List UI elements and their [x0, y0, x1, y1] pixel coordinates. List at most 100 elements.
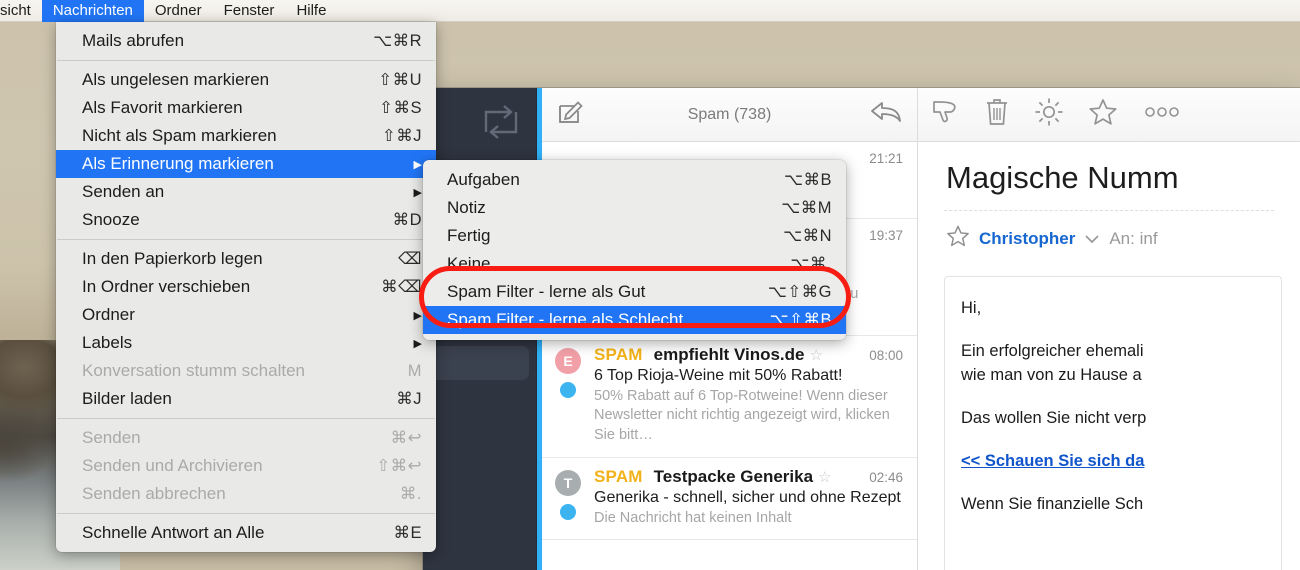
menu-item-label: Als ungelesen markieren — [82, 70, 270, 89]
message-row-header: SPAM Testpacke Generika ☆ 02:46 — [594, 467, 903, 487]
submenu-arrow-icon: ▶ — [413, 186, 422, 199]
main-menu-item-6[interactable]: Snooze ⌘D — [56, 206, 436, 234]
menu-bar[interactable]: sicht Nachrichten Ordner Fenster Hilfe — [0, 0, 1300, 22]
avatar: E — [555, 347, 581, 374]
menu-item-shortcut: ⌘⌫ — [381, 278, 422, 296]
menu-item-label: Mails abrufen — [82, 31, 185, 50]
submenu-arrow-icon: ▶ — [413, 309, 422, 322]
main-menu-item-11: Konversation stumm schalten M — [56, 357, 436, 385]
submenu-item-5[interactable]: Spam Filter - lerne als Schlecht ⌥⇧⌘B — [423, 306, 846, 334]
message-body: Hi, Ein erfolgreicher ehemali wie man vo… — [944, 276, 1282, 570]
menu-item-label: Notiz — [447, 198, 486, 217]
main-menu-item-14: Senden und Archivieren ⇧⌘↩ — [56, 452, 436, 480]
message-time: 02:46 — [869, 469, 903, 485]
menu-item-label: Spam Filter - lerne als Schlecht — [447, 310, 684, 329]
message-subject: 6 Top Rioja-Weine mit 50% Rabatt! — [594, 366, 843, 384]
menu-item-label: Keine — [447, 254, 491, 273]
submenu-item-2[interactable]: Fertig ⌥⌘N — [423, 222, 846, 250]
message-list-item[interactable]: T SPAM Testpacke Generika ☆ 02:46 Generika - … — [542, 457, 917, 541]
main-menu-item-12[interactable]: Bilder laden ⌘J — [56, 385, 436, 413]
menu-item-label: Senden und Archivieren — [82, 456, 263, 475]
menu-item-shortcut: ⇧⌘↩ — [376, 457, 422, 475]
submenu-item-4[interactable]: Spam Filter - lerne als Gut ⌥⇧⌘G — [423, 278, 846, 306]
menu-item-label: Schnelle Antwort an Alle — [82, 523, 265, 542]
menu-item-shortcut: ⌘E — [393, 524, 422, 542]
more-options-icon[interactable] — [1142, 105, 1182, 124]
menu-item-label: Als Erinnerung markieren — [82, 154, 274, 173]
message-list-item[interactable]: E SPAM empfiehlt Vinos.de ☆ 08:00 6 Top Rioja… — [542, 335, 917, 458]
sync-icon[interactable] — [480, 102, 522, 147]
message-header-from: Christopher An: inf — [918, 211, 1300, 266]
main-menu-item-7[interactable]: In den Papierkorb legen ⌫ — [56, 245, 436, 273]
reading-pane: Magische Numm Christopher An: inf Hi, Ei… — [917, 88, 1300, 570]
menu-item-shortcut: ⇧⌘U — [378, 71, 422, 89]
trash-icon[interactable] — [984, 97, 1010, 132]
menu-item-shortcut: ⌥⌘R — [373, 32, 422, 50]
message-subject: Generika - schnell, sicher und ohne Reze… — [594, 488, 901, 506]
body-link[interactable]: << Schauen Sie sich da — [961, 452, 1144, 470]
menu-item-shortcut: ⌘. — [399, 485, 422, 503]
menu-item-label: Ordner — [82, 305, 135, 324]
menu-item-label: In den Papierkorb legen — [82, 249, 263, 268]
unread-indicator — [560, 503, 576, 520]
star-icon[interactable]: ☆ — [818, 468, 831, 486]
menu-item-shortcut: ⌥⇧⌘B — [769, 311, 832, 329]
menubar-item-fenster[interactable]: Fenster — [213, 0, 286, 22]
star-icon[interactable] — [1088, 97, 1118, 132]
menu-item-shortcut: ⌥⌘B — [783, 171, 832, 189]
main-menu-item-3[interactable]: Nicht als Spam markieren ⇧⌘J — [56, 122, 436, 150]
message-time: 21:21 — [869, 151, 903, 166]
menu-item-shortcut: ⇧⌘S — [379, 99, 422, 117]
submenu-item-1[interactable]: Notiz ⌥⌘M — [423, 194, 846, 222]
message-time: 08:00 — [869, 347, 903, 363]
main-menu-item-5[interactable]: Senden an ▶ — [56, 178, 436, 206]
menu-item-label: Als Favorit markieren — [82, 98, 243, 117]
menu-item-label: Fertig — [447, 226, 491, 245]
thumbs-down-icon[interactable] — [930, 98, 960, 131]
star-icon[interactable]: ☆ — [809, 346, 822, 364]
main-menu-item-10[interactable]: Labels ▶ — [56, 329, 436, 357]
menu-item-label: Nicht als Spam markieren — [82, 126, 277, 145]
brightness-icon[interactable] — [1034, 97, 1064, 132]
submenu-arrow-icon: ▶ — [413, 337, 422, 350]
submenu-item-3[interactable]: Keine ⌥⌘, — [423, 250, 846, 278]
menu-item-shortcut: ⌘↩ — [390, 429, 422, 447]
menubar-item-nachrichten[interactable]: Nachrichten — [41, 0, 144, 22]
main-menu-item-2[interactable]: Als Favorit markieren ⇧⌘S — [56, 94, 436, 122]
main-menu-item-8[interactable]: In Ordner verschieben ⌘⌫ — [56, 273, 436, 301]
menubar-item-ordner[interactable]: Ordner — [144, 0, 213, 22]
main-menu-item-15: Senden abbrechen ⌘. — [56, 480, 436, 508]
main-menu-item-0[interactable]: Mails abrufen ⌥⌘R — [56, 27, 436, 55]
menu-item-label: Senden an — [82, 182, 165, 201]
reply-icon[interactable] — [869, 98, 903, 131]
body-paragraph-2: Das wollen Sie nicht verp — [961, 408, 1147, 427]
star-icon[interactable] — [946, 224, 970, 253]
spam-badge: SPAM — [594, 466, 643, 486]
main-menu-item-4[interactable]: Als Erinnerung markieren ▶ — [56, 150, 436, 178]
sidebar-item-selected[interactable] — [423, 346, 529, 380]
menu-separator — [57, 60, 435, 61]
main-menu-item-1[interactable]: Als ungelesen markieren ⇧⌘U — [56, 66, 436, 94]
menu-item-label: Snooze — [82, 210, 140, 229]
menu-item-label: Senden — [82, 428, 141, 447]
main-menu-item-16[interactable]: Schnelle Antwort an Alle ⌘E — [56, 519, 436, 547]
message-sender: empfiehlt Vinos.de — [653, 344, 805, 364]
menu-item-shortcut: ⌥⌘N — [783, 227, 832, 245]
body-paragraph-1: Ein erfolgreicher ehemali wie man von zu… — [961, 341, 1144, 384]
menu-item-label: Aufgaben — [447, 170, 520, 189]
nachrichten-dropdown-menu[interactable]: Mails abrufen ⌥⌘R Als ungelesen markieren ⇧… — [56, 22, 436, 552]
menu-item-label: Konversation stumm schalten — [82, 361, 305, 380]
body-greeting: Hi, — [961, 299, 982, 317]
message-subject: Magische Numm — [946, 160, 1179, 195]
chevron-down-icon[interactable] — [1084, 229, 1100, 249]
sender-name[interactable]: Christopher — [979, 229, 1075, 249]
message-row-header: SPAM empfiehlt Vinos.de ☆ 08:00 — [594, 345, 903, 365]
erinnerung-submenu[interactable]: Aufgaben ⌥⌘B Notiz ⌥⌘M Fertig ⌥⌘N Keine ⌥⌘, Spam… — [423, 160, 846, 340]
menubar-item-sicht[interactable]: sicht — [0, 0, 42, 22]
recipient-label: An: inf — [1109, 228, 1158, 248]
menu-item-shortcut: ⌥⌘, — [790, 255, 832, 273]
menu-separator — [57, 513, 435, 514]
submenu-item-0[interactable]: Aufgaben ⌥⌘B — [423, 166, 846, 194]
menubar-item-hilfe[interactable]: Hilfe — [285, 0, 337, 22]
main-menu-item-9[interactable]: Ordner ▶ — [56, 301, 436, 329]
